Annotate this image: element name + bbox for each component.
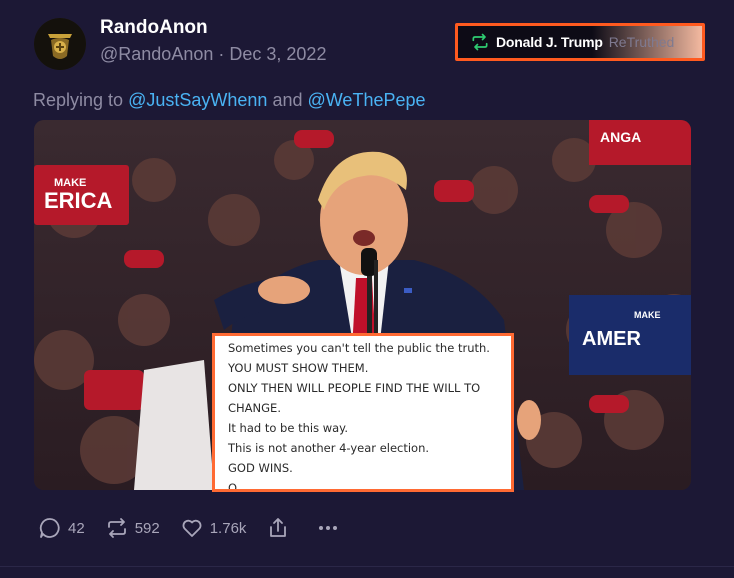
caption-line: It had to be this way. <box>228 421 348 435</box>
like-button[interactable]: 1.76k <box>180 516 247 540</box>
svg-text:ANGA: ANGA <box>600 129 641 145</box>
share-icon <box>270 518 287 537</box>
retruth-icon <box>107 518 126 538</box>
divider <box>0 566 734 567</box>
retruth-user-name[interactable]: Donald J. Trump <box>496 34 603 50</box>
replying-to: Replying to @JustSayWhenn and @WeThePepe <box>33 90 426 111</box>
comment-icon <box>39 518 60 538</box>
caption-line: This is not another 4-year election. <box>228 441 430 455</box>
reply-count: 42 <box>68 519 85 537</box>
more-button[interactable] <box>316 516 346 540</box>
svg-text:ERICA: ERICA <box>44 188 113 213</box>
replying-conjunction: and <box>272 90 303 110</box>
caption-line: YOU MUST SHOW THEM. <box>228 361 369 375</box>
post-date[interactable]: Dec 3, 2022 <box>229 44 326 64</box>
display-name[interactable]: RandoAnon <box>100 17 208 39</box>
separator: · <box>218 44 225 64</box>
retruth-icon <box>472 33 488 51</box>
reply-button[interactable]: 42 <box>38 516 85 540</box>
svg-text:AMER: AMER <box>582 328 641 350</box>
caption-line: CHANGE. <box>228 401 281 415</box>
gold-emblem-avatar-icon <box>34 18 86 70</box>
replying-prefix: Replying to <box>33 90 124 110</box>
retruthed-badge[interactable]: Donald J. Trump ReTruthed <box>455 23 705 61</box>
share-button[interactable] <box>266 516 296 540</box>
action-bar: 42 592 1.76k <box>38 515 366 541</box>
svg-text:MAKE: MAKE <box>634 310 661 320</box>
avatar[interactable] <box>34 18 86 70</box>
caption-line: Sometimes you can't tell the public the … <box>228 341 490 355</box>
caption-line: GOD WINS. <box>228 461 293 475</box>
caption-line: Q <box>228 481 238 492</box>
caption-line: ONLY THEN WILL PEOPLE FIND THE WILL TO <box>228 381 481 395</box>
mention-link[interactable]: @WeThePepe <box>308 90 426 110</box>
mention-link[interactable]: @JustSayWhenn <box>128 90 267 110</box>
retruth-button[interactable]: 592 <box>105 516 160 540</box>
handle-row: @RandoAnon · Dec 3, 2022 <box>100 44 326 65</box>
heart-icon <box>182 519 202 537</box>
caption-overlay: Sometimes you can't tell the public the … <box>212 333 514 492</box>
more-icon <box>319 526 338 530</box>
retruth-label: ReTruthed <box>608 34 675 50</box>
handle[interactable]: @RandoAnon <box>100 44 213 64</box>
retruth-count: 592 <box>134 519 160 537</box>
like-count: 1.76k <box>209 519 247 537</box>
